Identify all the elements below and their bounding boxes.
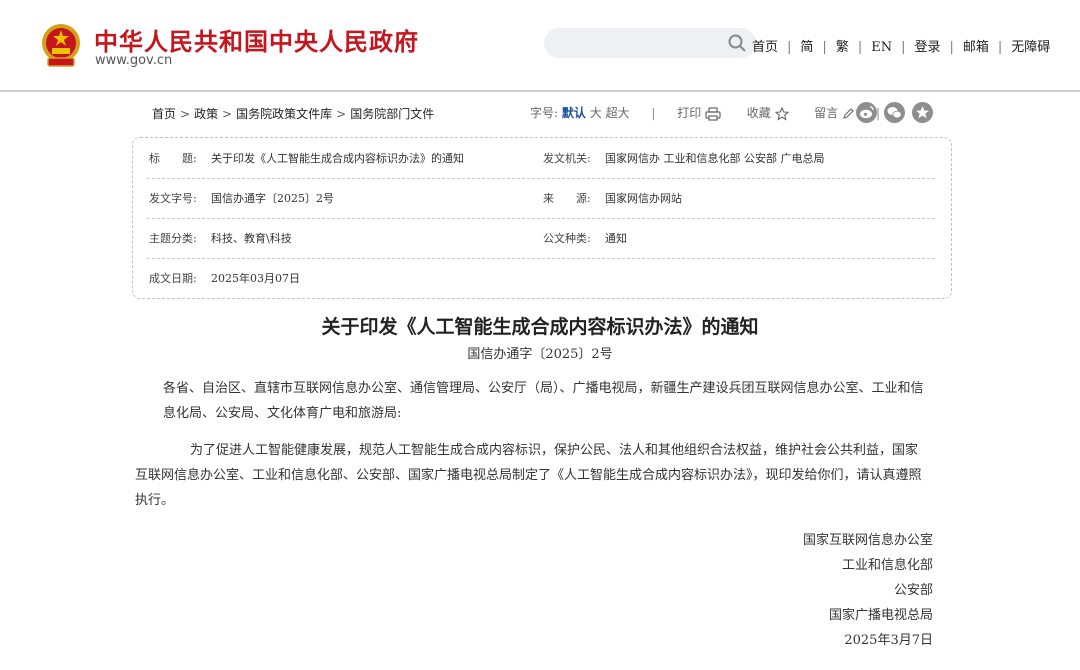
search-icon[interactable] (728, 34, 746, 52)
metadata-row: 成文日期: 2025年03月07日 (147, 258, 935, 298)
issuer-field: 发文机关: 国家网信办 工业和信息化部 公安部 广电总局 (543, 150, 825, 166)
metadata-row: 主题分类: 科技、教育\科技 公文种类: 通知 (147, 218, 935, 259)
date-value: 2025年03月07日 (211, 272, 300, 285)
nav-divider: | (949, 40, 954, 55)
signatory: 国家广播电视总局 (828, 608, 933, 623)
favorite-button[interactable]: 收藏 (746, 106, 789, 121)
nav-mail[interactable]: 邮箱 (963, 36, 989, 55)
document-number: 国信办通字〔2025〕2号 (467, 347, 613, 362)
body-paragraph: 为了促进人工智能健康发展，规范人工智能生成合成内容标识，保护公民、法人和其他组织… (135, 443, 922, 508)
title-label: 标 题: (149, 152, 197, 165)
comment-label: 留言 (814, 106, 839, 120)
site-name[interactable]: 中华人民共和国中央人民政府 (94, 22, 419, 57)
breadcrumb-department-docs[interactable]: 国务院部门文件 (350, 107, 434, 121)
font-size-default[interactable]: 默认 (562, 106, 586, 120)
nav-traditional[interactable]: 繁 (836, 36, 849, 55)
nav-accessibility[interactable]: 无障碍 (1011, 36, 1050, 55)
top-nav: 首页 | 简 | 繁 | EN | 登录 | 邮箱 | 无障碍 (752, 36, 1050, 55)
wechat-glyph-icon (887, 107, 902, 119)
metadata-row: 标 题: 关于印发《人工智能生成合成内容标识办法》的通知 发文机关: 国家网信办 工… (147, 138, 935, 179)
nav-divider: | (822, 40, 827, 55)
comment-button[interactable]: 留言 (814, 106, 854, 120)
signatory: 国家互联网信息办公室 (802, 533, 933, 548)
breadcrumb-separator: > (336, 107, 347, 121)
nav-divider: | (787, 40, 792, 55)
category-field: 主题分类: 科技、教育\科技 (149, 230, 292, 246)
metadata-row: 发文字号: 国信办通字〔2025〕2号 来 源: 国家网信办网站 (147, 178, 935, 219)
print-button[interactable]: 打印 (677, 106, 721, 121)
search-input[interactable] (544, 28, 756, 58)
doc-type-field: 公文种类: 通知 (543, 230, 627, 246)
doc-number-field: 发文字号: 国信办通字〔2025〕2号 (149, 190, 334, 206)
breadcrumb-home[interactable]: 首页 (152, 107, 176, 121)
date-field: 成文日期: 2025年03月07日 (149, 270, 300, 286)
category-label: 主题分类: (149, 232, 197, 245)
sign-date: 2025年3月7日 (844, 633, 933, 648)
date-label: 成文日期: (149, 272, 197, 285)
favorite-label: 收藏 (746, 106, 771, 120)
print-label: 打印 (677, 106, 702, 120)
category-value: 科技、教育\科技 (211, 232, 292, 245)
national-emblem-icon[interactable] (40, 22, 82, 68)
breadcrumb-policy-library[interactable]: 国务院政策文件库 (236, 107, 332, 121)
doc-type-value: 通知 (605, 232, 627, 245)
breadcrumb-separator: > (180, 107, 191, 121)
star-icon (774, 106, 789, 121)
signatory: 工业和信息化部 (841, 558, 933, 573)
issuer-label: 发文机关: (543, 152, 591, 165)
signatory: 公安部 (893, 583, 933, 598)
weibo-icon[interactable] (856, 102, 877, 123)
breadcrumb-policy[interactable]: 政策 (194, 107, 218, 121)
doc-number-value: 国信办通字〔2025〕2号 (211, 192, 334, 205)
nav-home[interactable]: 首页 (752, 36, 778, 55)
title-value: 关于印发《人工智能生成合成内容标识办法》的通知 (211, 152, 464, 165)
article-tools: 字号: 默认 大 超大 | 打印 收藏 留言 | (530, 104, 898, 121)
star-glyph-icon (916, 106, 929, 119)
salutation-paragraph: 各省、自治区、直辖市互联网信息办公室、通信管理局、公安厅（局）、广播电视局，新疆… (163, 381, 924, 421)
breadcrumb-separator: > (222, 107, 233, 121)
nav-divider: | (857, 40, 863, 55)
breadcrumb: 首页 > 政策 > 国务院政策文件库 > 国务院部门文件 (152, 105, 434, 122)
site-url[interactable]: www.gov.cn (95, 53, 172, 68)
document-title: 关于印发《人工智能生成合成内容标识办法》的通知 (321, 316, 759, 338)
pencil-icon (843, 107, 854, 119)
source-value: 国家网信办网站 (605, 192, 682, 205)
printer-icon (705, 106, 721, 121)
nav-login[interactable]: 登录 (914, 36, 940, 55)
font-size-label: 字号: (530, 106, 559, 120)
font-size-large[interactable]: 大 (590, 106, 602, 120)
nav-divider: | (901, 40, 906, 55)
font-size-xlarge[interactable]: 超大 (606, 106, 630, 120)
wechat-icon[interactable] (884, 102, 905, 123)
source-field: 来 源: 国家网信办网站 (543, 190, 682, 206)
nav-english[interactable]: EN (871, 40, 892, 55)
doc-type-label: 公文种类: (543, 232, 591, 245)
doc-number-label: 发文字号: (149, 192, 197, 205)
tools-divider: | (651, 106, 656, 120)
title-field: 标 题: 关于印发《人工智能生成合成内容标识办法》的通知 (149, 150, 464, 166)
source-label: 来 源: (543, 192, 591, 205)
issuer-value: 国家网信办 工业和信息化部 公安部 广电总局 (605, 152, 825, 165)
nav-simplified[interactable]: 简 (800, 36, 813, 55)
star-circle-icon[interactable] (912, 102, 933, 123)
document-metadata-box: 标 题: 关于印发《人工智能生成合成内容标识办法》的通知 发文机关: 国家网信办 工… (132, 137, 952, 299)
nav-divider: | (997, 40, 1003, 55)
weibo-glyph-icon (860, 106, 874, 119)
site-header: 中华人民共和国中央人民政府 www.gov.cn 首页 | 简 | 繁 | EN | 登录 | 邮箱… (0, 0, 1080, 92)
